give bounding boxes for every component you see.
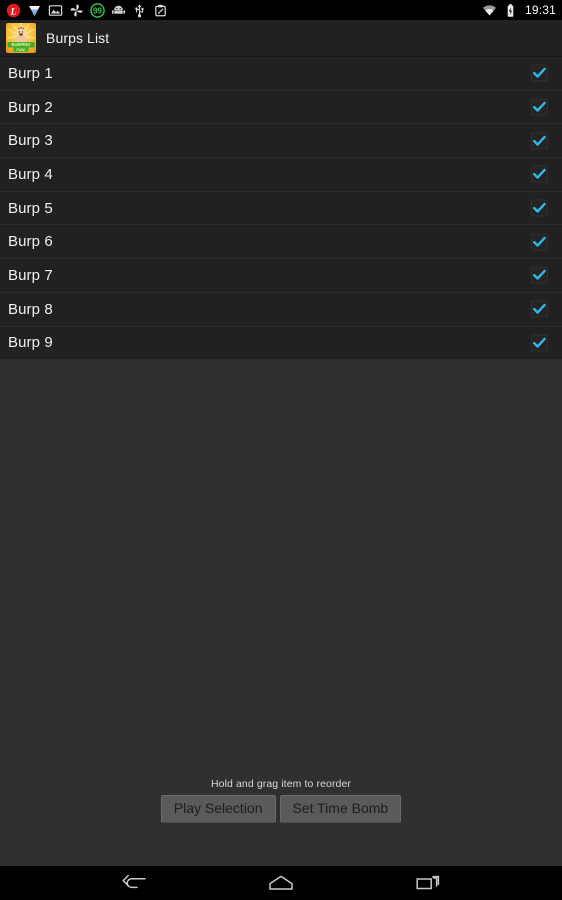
status-bar-clock: 19:31 [524,3,556,17]
list-item-label: Burp 3 [8,132,53,150]
status-bar-notifications: L 99 [6,2,482,18]
list-item-label: Burp 8 [8,300,53,318]
battery-charging-icon [507,3,514,17]
list-item-label: Burp 6 [8,233,53,251]
list-item-label: Burp 2 [8,98,53,116]
list-item-label: Burp 9 [8,334,53,352]
list-item[interactable]: Burp 1 [0,57,562,91]
list-item[interactable]: Burp 5 [0,191,562,226]
list-item[interactable]: Burp 9 [0,326,562,361]
recents-icon[interactable] [405,869,451,897]
checkmark-icon[interactable] [531,132,548,150]
status-bar: L 99 19:31 [0,0,562,20]
checkmark-icon[interactable] [531,266,548,284]
checkmark-icon[interactable] [531,300,548,318]
page-title: Burps List [46,30,110,46]
pinwheel-icon [70,4,83,16]
checkmark-icon[interactable] [531,334,548,352]
wifi-icon [483,4,496,15]
home-icon[interactable] [258,869,304,897]
usb-icon [135,3,144,17]
list-item-label: Burp 5 [8,199,53,217]
list-item[interactable]: Burp 6 [0,225,562,260]
list-item-label: Burp 4 [8,165,53,183]
list-item-label: Burp 7 [8,266,53,284]
svg-text:FUN!: FUN! [16,47,25,52]
checkmark-icon[interactable] [531,165,548,183]
svg-text:99: 99 [93,6,102,15]
checkmark-icon[interactable] [531,199,548,217]
shield-icon [29,5,40,16]
lastpass-icon: L [6,3,21,17]
burping-fun-app-icon[interactable]: BURPING FUN! [6,23,36,53]
list-item[interactable]: Burp 4 [0,158,562,192]
list-item[interactable]: Burp 3 [0,124,562,159]
list-item[interactable]: Burp 8 [0,292,562,327]
list-item[interactable]: Burp 7 [0,259,562,293]
list-item-label: Burp 1 [8,64,53,82]
list-item[interactable]: Burp 2 [0,90,562,125]
svg-text:L: L [10,7,17,17]
android-robot-icon [111,5,126,14]
action-bar: BURPING FUN! Burps List [0,20,562,57]
footer-controls: Hold and grag item to reorder Play Selec… [0,778,562,823]
footer-button-row: Play Selection Set Time Bomb [160,795,402,823]
reorder-hint: Hold and grag item to reorder [210,778,352,790]
status-bar-system: 19:31 [482,3,556,18]
checkmark-icon[interactable] [531,64,548,82]
system-navigation-bar [0,866,562,900]
screenshot-clipboard-icon [155,4,166,16]
android-screen: L 99 19:31 BURPING FUN! Burps List Burp … [0,0,562,900]
play-selection-button[interactable]: Play Selection [160,795,276,823]
checkmark-icon[interactable] [531,233,548,251]
checkmark-icon[interactable] [531,98,548,116]
back-icon[interactable] [111,869,157,897]
burps-list[interactable]: Burp 1 Burp 2 Burp 3 Burp 4 Burp 5 Burp 6 Burp… [0,57,562,361]
image-icon [48,4,63,16]
notification-count-badge: 99 [90,2,105,18]
set-time-bomb-button[interactable]: Set Time Bomb [279,795,402,823]
